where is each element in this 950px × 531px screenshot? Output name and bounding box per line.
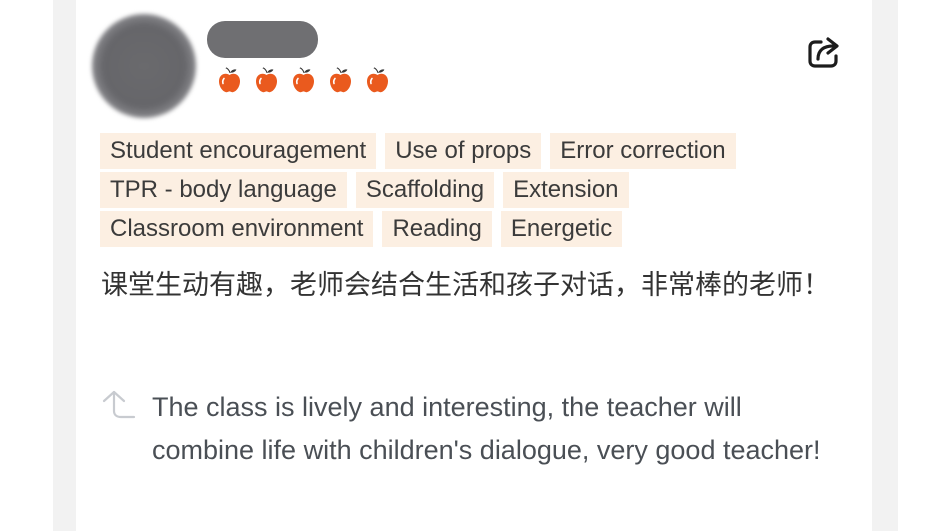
- reviewer-name-redacted: [207, 21, 318, 58]
- share-icon: [808, 37, 839, 68]
- apple-icon: [292, 67, 315, 93]
- tag-reading: Reading: [382, 211, 492, 247]
- tag-extension: Extension: [503, 172, 629, 208]
- share-button[interactable]: [804, 34, 844, 70]
- tag-use-of-props: Use of props: [385, 133, 542, 169]
- tag-classroom-environment: Classroom environment: [100, 211, 374, 247]
- tag-row: TPR - body language Scaffolding Extensio…: [100, 172, 800, 208]
- review-tags: Student encouragement Use of props Error…: [100, 133, 800, 250]
- tag-row: Classroom environment Reading Energetic: [100, 211, 800, 247]
- apple-icon: [366, 67, 389, 93]
- tag-scaffolding: Scaffolding: [355, 172, 495, 208]
- review-text: 课堂生动有趣，老师会结合生活和孩子对话，非常棒的老师！: [101, 270, 830, 301]
- apple-icon: [329, 67, 352, 93]
- tag-energetic: Energetic: [500, 211, 623, 247]
- tag-error-correction: Error correction: [550, 133, 736, 169]
- tag-tpr-body-language: TPR - body language: [100, 172, 347, 208]
- apple-icon: [255, 67, 278, 93]
- tag-student-encouragement: Student encouragement: [100, 133, 377, 169]
- translate-icon: [102, 390, 136, 419]
- avatar[interactable]: [92, 14, 196, 118]
- rating-apples: [216, 67, 391, 93]
- review-translation: The class is lively and interesting, the…: [152, 392, 821, 465]
- apple-icon: [218, 67, 241, 93]
- tag-row: Student encouragement Use of props Error…: [100, 133, 800, 169]
